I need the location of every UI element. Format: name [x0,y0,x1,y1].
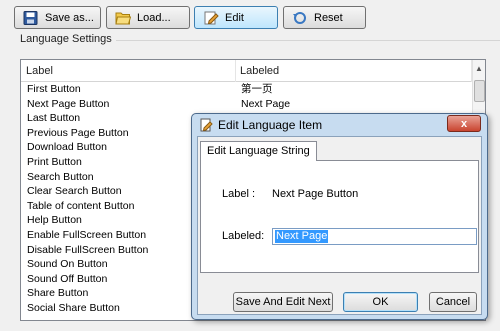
row-label: Previous Page Button [27,126,129,139]
group-title: Language Settings [20,33,112,45]
edit-language-dialog: Edit Language Item x Edit Language Strin… [191,113,488,320]
row-label: Enable FullScreen Button [27,228,147,241]
labeled-caption: Labeled: [222,230,265,242]
close-button[interactable]: x [447,115,481,132]
row-label: Print Button [27,155,82,168]
row-label: Last Button [27,112,81,125]
cancel-button[interactable]: Cancel [429,292,477,312]
row-labeled: 第一页 [241,83,273,95]
column-header-labeled[interactable]: Labeled [235,60,471,82]
close-icon: x [460,117,468,130]
row-label: Help Button [27,214,82,227]
save-and-edit-next-button[interactable]: Save And Edit Next [233,292,333,312]
labeled-input[interactable]: Next Page [272,228,477,245]
save-as-button[interactable]: Save as... [14,6,101,29]
reset-label: Reset [314,11,343,24]
reset-button[interactable]: Reset [283,6,366,29]
row-label: Disable FullScreen Button [27,243,149,256]
load-label: Load... [137,11,171,24]
group-divider [116,40,500,41]
list-header: Label Labeled [21,60,485,82]
label-caption: Label : [222,188,256,200]
edit-pencil-icon [203,11,219,25]
table-row[interactable]: Next Page Button Next Page [21,97,485,112]
ok-button[interactable]: OK [343,292,418,312]
column-header-label[interactable]: Label [21,60,235,82]
row-label: Search Button [27,170,94,183]
floppy-disk-icon [23,10,39,25]
edit-document-icon [200,118,213,132]
tab-panel: Label : Next Page Button Labeled: Next P… [200,160,479,273]
dialog-title: Edit Language Item [218,118,323,132]
row-label: Next Page Button [27,97,110,110]
save-as-label: Save as... [45,11,94,24]
folder-open-icon [115,11,132,25]
scroll-up-arrow-icon[interactable]: ▲ [475,64,483,73]
edit-label: Edit [225,11,244,24]
row-label: Clear Search Button [27,185,122,198]
row-label: Sound On Button [27,258,108,271]
dialog-titlebar[interactable]: Edit Language Item x [192,114,487,136]
row-label: First Button [27,83,81,95]
scroll-thumb[interactable] [474,80,485,102]
reset-arrow-icon [292,11,308,25]
row-label: Sound Off Button [27,272,108,285]
edit-button[interactable]: Edit [194,6,278,29]
row-label: Download Button [27,141,107,154]
labeled-input-selected-text: Next Page [275,230,329,243]
dialog-body: Edit Language String Label : Next Page B… [197,136,482,315]
row-labeled: Next Page [241,97,291,110]
row-label: Table of content Button [27,199,135,212]
table-row[interactable]: First Button 第一页 [21,82,485,97]
tab-edit-language-string[interactable]: Edit Language String [200,141,317,161]
label-value: Next Page Button [272,188,359,200]
load-button[interactable]: Load... [106,6,190,29]
row-label: Share Button [27,287,89,300]
row-label: Social Share Button [27,301,120,314]
toolbar: Save as... Load... Edit Reset [14,6,500,30]
